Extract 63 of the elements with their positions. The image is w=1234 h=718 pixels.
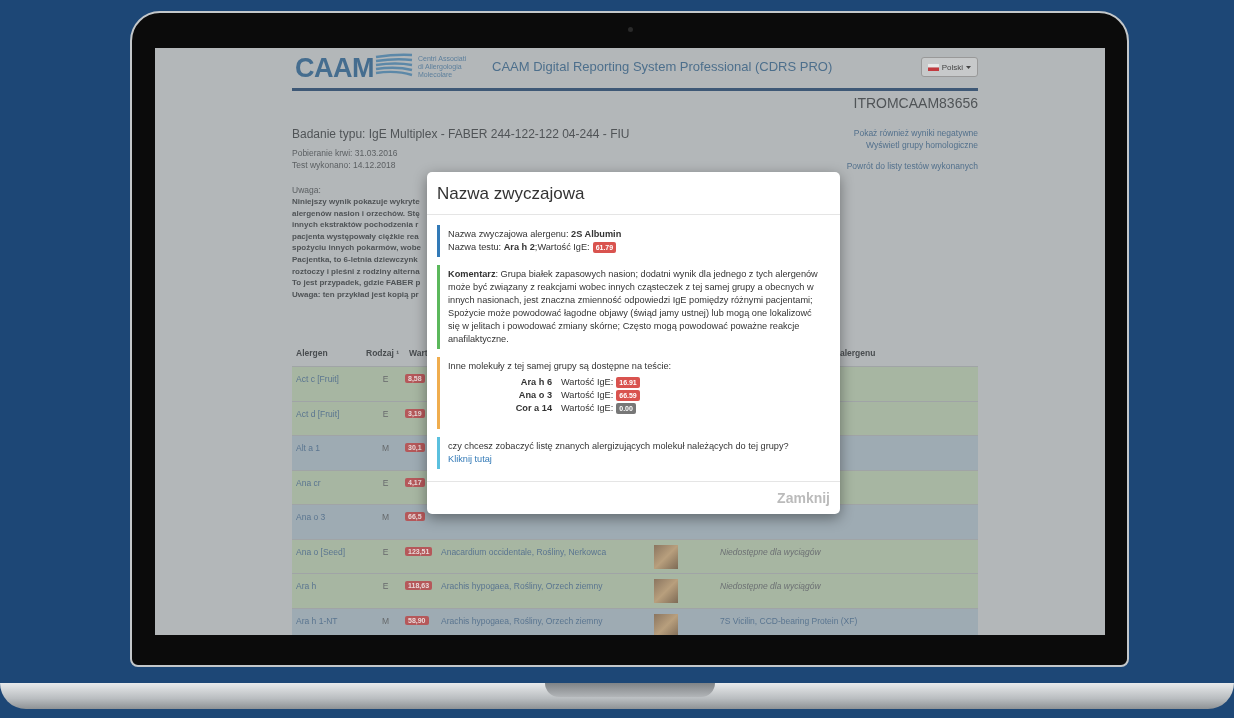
note-text-line: Pacjentka, to 6-letnia dziewczynk: [292, 253, 419, 266]
type-cell-text: E: [381, 546, 390, 557]
note-text-line: Uwaga: ten przykład jest kopią pr: [292, 288, 420, 301]
test-info: Pobieranie krwi: 31.03.2016: [292, 147, 399, 159]
photo-placeholder: [654, 544, 678, 569]
click-here-link[interactable]: Kliknij tutaj: [448, 453, 492, 466]
type-cell-text: M: [380, 615, 391, 626]
caret-icon: [966, 65, 971, 69]
ige-label: Wartość IgE:: [561, 377, 614, 387]
test-name-text: Nazwa testu: Ara h 2;Wartość IgE:: [448, 242, 590, 252]
note-label: Uwaga:: [292, 184, 322, 196]
logo-text: CAAM: [295, 52, 374, 84]
source-cell-text: Arachis hypogaea, Rośliny, Orzech ziemny: [440, 581, 604, 592]
type-cell-text: E: [381, 408, 390, 419]
close-button[interactable]: Zamknij: [777, 490, 830, 506]
type-cell-text: M: [380, 443, 391, 454]
page-link[interactable]: Pokaż również wyniki negatywne: [846, 127, 978, 139]
source-cell-text: Anacardium occidentale, Rośliny, Nerkowca: [440, 546, 608, 557]
description-cell-text: Niedostępne dla wyciągów: [719, 581, 822, 592]
allergen-cell-text: Ana o [Seed]: [295, 546, 347, 557]
test-info: Test wykonano: 14.12.2018: [292, 159, 397, 171]
photo-placeholder: [654, 613, 678, 635]
allergen-cell-text: Act c [Fruit]: [295, 374, 340, 385]
note-text-line: roztoczy i pleśni z rodziny alterna: [292, 265, 421, 278]
allergen-cell-text: Ana cr: [295, 477, 322, 488]
ige-label: Wartość IgE:: [561, 390, 614, 400]
type-cell-text: E: [381, 374, 390, 385]
camera-icon: [628, 27, 633, 32]
molecule-name: Ara h 6: [519, 376, 552, 389]
type-cell-text: M: [380, 512, 391, 523]
modal-title: Nazwa zwyczajowa: [437, 184, 585, 203]
type-cell-text: E: [381, 581, 390, 592]
column-header: Rodzaj ¹: [365, 348, 401, 359]
ige-label: Wartość IgE:: [561, 403, 614, 413]
page-link[interactable]: Wyświetl grupy homologiczne: [846, 139, 978, 151]
molecule-name: Cor a 14: [514, 402, 552, 415]
molecules-intro: Inne molekuły z tej samej grupy są dostępne na teście:: [448, 360, 673, 373]
flag-icon: [927, 63, 939, 71]
question-text: czy chcesz zobaczyć listę znanych alergizujących molekuł należących do tej grupy?: [448, 440, 790, 453]
note-text-line: innych ekstraktów pochodzenia r: [292, 219, 420, 231]
column-header: alergenu: [839, 348, 877, 359]
allergen-cell-text: Act d [Fruit]: [295, 408, 341, 419]
column-header: Wart: [408, 348, 429, 359]
note-text-line: To jest przypadek, gdzie FABER p: [292, 277, 422, 289]
app-title: CAAM Digital Reporting System Professional (CDRS PRO): [492, 59, 833, 74]
comment-text: Komentarz: Grupa białek zapasowych nasion; dodatni wynik dla jednego z tych alergenów może być związany z reakcjami wobec innych cząsteczek z tej samej grupy a obecnych w innych nasionach, jest znaczna zmienność odpowiedzi IgE pomiędzy różnymi pacjentami; Spożycie może powodować łagodne objawy (świąd jamy ustnej) lub mogą one lokalizowć się w jelitach i powodować zmiany skórne; Często mogą powodować poważne reakcje anafilaktyczne.: [448, 268, 819, 346]
description-cell-text: 7S Vicilin, CCD-bearing Protein (XF): [719, 615, 859, 626]
description-cell-text: Niedostępne dla wyciągów: [719, 546, 822, 557]
test-title: Badanie typu: IgE Multiplex - FABER 244-122-122 04-244 - FIU: [292, 127, 630, 141]
allergen-cell-text: Ara h: [295, 581, 318, 592]
note-text-line: pacjenta występowały ciężkie rea: [292, 230, 420, 243]
note-text-line: Niniejszy wynik pokazuje wykryte: [292, 196, 421, 208]
type-cell-text: E: [381, 477, 390, 488]
photo-placeholder: [654, 579, 678, 604]
page-link[interactable]: Powrót do listy testów wykonanych: [846, 160, 978, 172]
language-dropdown[interactable]: Polski: [920, 57, 978, 77]
note-text-line: alergenów nasion i orzechów. Stę: [292, 207, 421, 220]
patient-code: ITROMCAAM83656: [853, 95, 978, 111]
common-name-text: Nazwa zwyczajowa alergenu: 2S Albumin: [448, 228, 623, 241]
source-cell-text: Arachis hypogaea, Rośliny, Orzech ziemny: [440, 615, 604, 626]
molecule-name: Ana o 3: [517, 389, 552, 402]
note-text-line: spożyciu innych pokarmów, wobe: [292, 242, 423, 254]
column-header: Alergen: [295, 348, 329, 359]
